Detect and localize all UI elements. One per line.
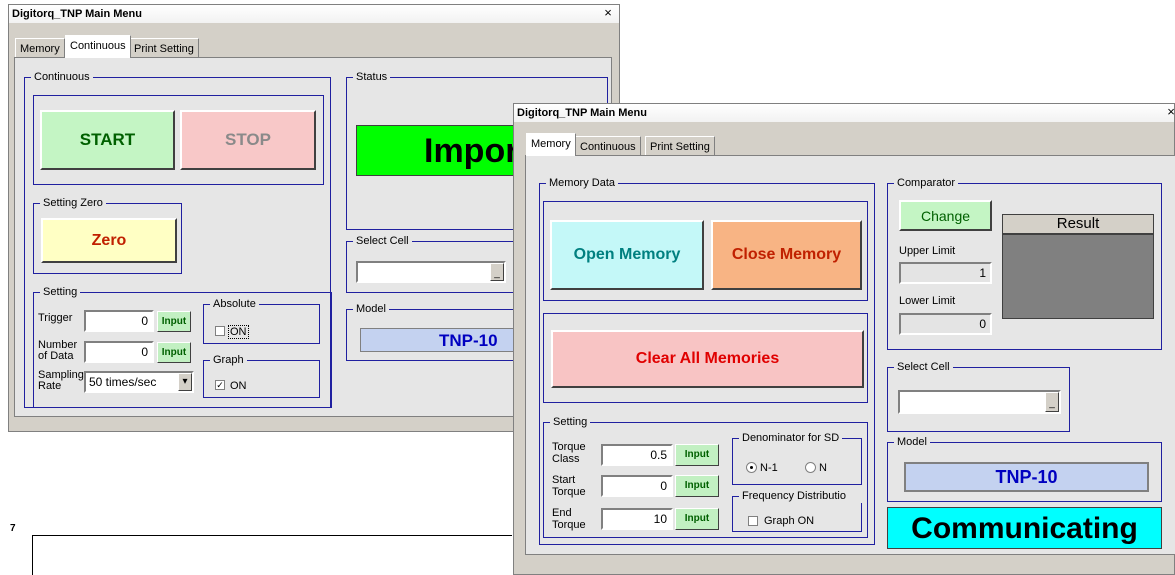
back-window-close-icon[interactable]: × [601, 6, 615, 21]
front-select-cell-group: Select Cell _ [887, 360, 1070, 432]
number-of-data-field[interactable]: 0 [84, 341, 154, 363]
continuous-group: Continuous START STOP Setting Zero Zero … [24, 70, 332, 408]
graph-checkbox[interactable]: ✓ [215, 380, 225, 390]
front-tab-print-setting[interactable]: Print Setting [645, 136, 715, 156]
sampling-rate-value: 50 times/sec [89, 375, 157, 389]
back-select-cell-dropdown[interactable] [356, 261, 506, 283]
comparator-group: Comparator Change Result Upper Limit 1 L… [887, 176, 1162, 350]
front-tab-memory[interactable]: Memory [526, 133, 576, 156]
torque-class-label: Torque Class [552, 441, 586, 465]
front-model-display: TNP-10 [904, 462, 1149, 492]
memory-data-label: Memory Data [546, 176, 619, 190]
status-label: Status [353, 70, 391, 84]
back-tab-continuous[interactable]: Continuous [65, 35, 131, 58]
graph-group: Graph ✓ ON [203, 353, 320, 398]
fragment-frame [32, 535, 512, 575]
clear-all-memories-button[interactable]: Clear All Memories [551, 330, 864, 388]
denominator-label: Denominator for SD [739, 431, 843, 445]
n-radio[interactable] [805, 462, 816, 473]
back-tab-memory[interactable]: Memory [15, 38, 65, 58]
front-tab-continuous[interactable]: Continuous [575, 136, 641, 156]
trigger-input-button[interactable]: Input [157, 311, 191, 332]
back-model-label: Model [353, 302, 389, 316]
absolute-checkbox[interactable] [215, 326, 225, 336]
trigger-field[interactable]: 0 [84, 310, 154, 332]
result-box [1002, 234, 1154, 319]
frequency-label: Frequency Distributio [739, 489, 863, 503]
start-stop-group: START STOP [33, 95, 324, 185]
fragment-mark: 7 [10, 523, 16, 534]
front-select-cell-arrow-icon[interactable]: _ [1045, 392, 1059, 412]
front-select-cell-dropdown[interactable] [898, 390, 1061, 414]
front-setting-label: Setting [550, 415, 591, 429]
sampling-rate-select[interactable]: 50 times/sec ▾ [84, 371, 194, 393]
change-button[interactable]: Change [899, 200, 992, 231]
memory-data-group: Memory Data Open Memory Close Memory Cle… [539, 176, 875, 545]
sampling-rate-label: Sampling Rate [38, 369, 84, 392]
graph-on-label: ON [230, 380, 247, 392]
trigger-label: Trigger [38, 312, 73, 324]
communicating-status: Communicating [887, 507, 1162, 549]
graph-on-label: Graph ON [764, 515, 815, 527]
front-window-title: Digitorq_TNP Main Menu [517, 107, 647, 119]
back-select-cell-label: Select Cell [353, 234, 412, 248]
front-window-titlebar: Digitorq_TNP Main Menu × [514, 104, 1175, 122]
continuous-group-label: Continuous [31, 70, 93, 84]
lower-limit-field[interactable]: 0 [899, 313, 992, 335]
front-window-close-icon[interactable]: × [1164, 105, 1175, 120]
n1-label: N-1 [760, 462, 778, 474]
n-label: N [819, 462, 827, 474]
absolute-label: Absolute [210, 297, 259, 311]
absolute-group: Absolute ON [203, 297, 320, 344]
setting-group: Setting Trigger 0 Input Number of Data 0… [33, 285, 332, 408]
front-select-cell-label: Select Cell [894, 360, 953, 374]
front-setting-group: Setting Torque Class 0.5 Input Start Tor… [543, 415, 868, 538]
end-torque-input-button[interactable]: Input [675, 508, 719, 530]
n1-radio[interactable] [746, 462, 757, 473]
back-window-title: Digitorq_TNP Main Menu [12, 8, 142, 20]
denominator-group: Denominator for SD N-1 N [732, 431, 862, 485]
zero-button[interactable]: Zero [41, 218, 177, 263]
start-torque-label: Start Torque [552, 474, 586, 498]
number-of-data-label: Number of Data [38, 339, 78, 362]
start-torque-input-button[interactable]: Input [675, 475, 719, 497]
setting-zero-label: Setting Zero [40, 196, 106, 210]
upper-limit-field[interactable]: 1 [899, 262, 992, 284]
result-label: Result [1056, 215, 1100, 232]
comparator-label: Comparator [894, 176, 959, 190]
close-memory-button[interactable]: Close Memory [711, 220, 862, 290]
end-torque-label: End Torque [552, 507, 586, 531]
end-torque-field[interactable]: 10 [601, 508, 673, 530]
start-button[interactable]: START [40, 110, 175, 170]
communicating-value: Communicating [911, 512, 1138, 545]
setting-group-label: Setting [40, 285, 81, 299]
front-model-label: Model [894, 435, 930, 449]
lower-limit-label: Lower Limit [899, 295, 956, 307]
result-header: Result [1002, 214, 1154, 234]
front-model-group: Model TNP-10 [887, 435, 1162, 502]
chevron-down-icon[interactable]: ▾ [178, 373, 192, 391]
start-torque-field[interactable]: 0 [601, 475, 673, 497]
front-window: Digitorq_TNP Main Menu × Memory Continuo… [513, 103, 1175, 575]
front-tab-panel: Memory Data Open Memory Close Memory Cle… [525, 155, 1175, 555]
back-model-value: TNP-10 [439, 331, 498, 350]
status-value: Impor [424, 132, 519, 170]
torque-class-input-button[interactable]: Input [675, 444, 719, 466]
upper-limit-label: Upper Limit [899, 245, 956, 257]
back-window-titlebar: Digitorq_TNP Main Menu × [9, 5, 619, 23]
open-close-group: Open Memory Close Memory [543, 201, 868, 301]
graph-on-checkbox[interactable] [748, 516, 758, 526]
stop-button[interactable]: STOP [180, 110, 316, 170]
clear-group: Clear All Memories [543, 313, 868, 403]
back-tab-print-setting[interactable]: Print Setting [129, 38, 199, 58]
back-select-cell-arrow-icon[interactable]: _ [490, 263, 504, 281]
setting-zero-group: Setting Zero Zero [33, 196, 182, 274]
number-input-button[interactable]: Input [157, 342, 191, 363]
absolute-on-label: ON [228, 325, 249, 339]
open-memory-button[interactable]: Open Memory [550, 220, 704, 290]
front-model-value: TNP-10 [995, 467, 1058, 487]
torque-class-field[interactable]: 0.5 [601, 444, 673, 466]
frequency-group: Frequency Distributio Graph ON [732, 489, 863, 532]
graph-label: Graph [210, 353, 247, 367]
